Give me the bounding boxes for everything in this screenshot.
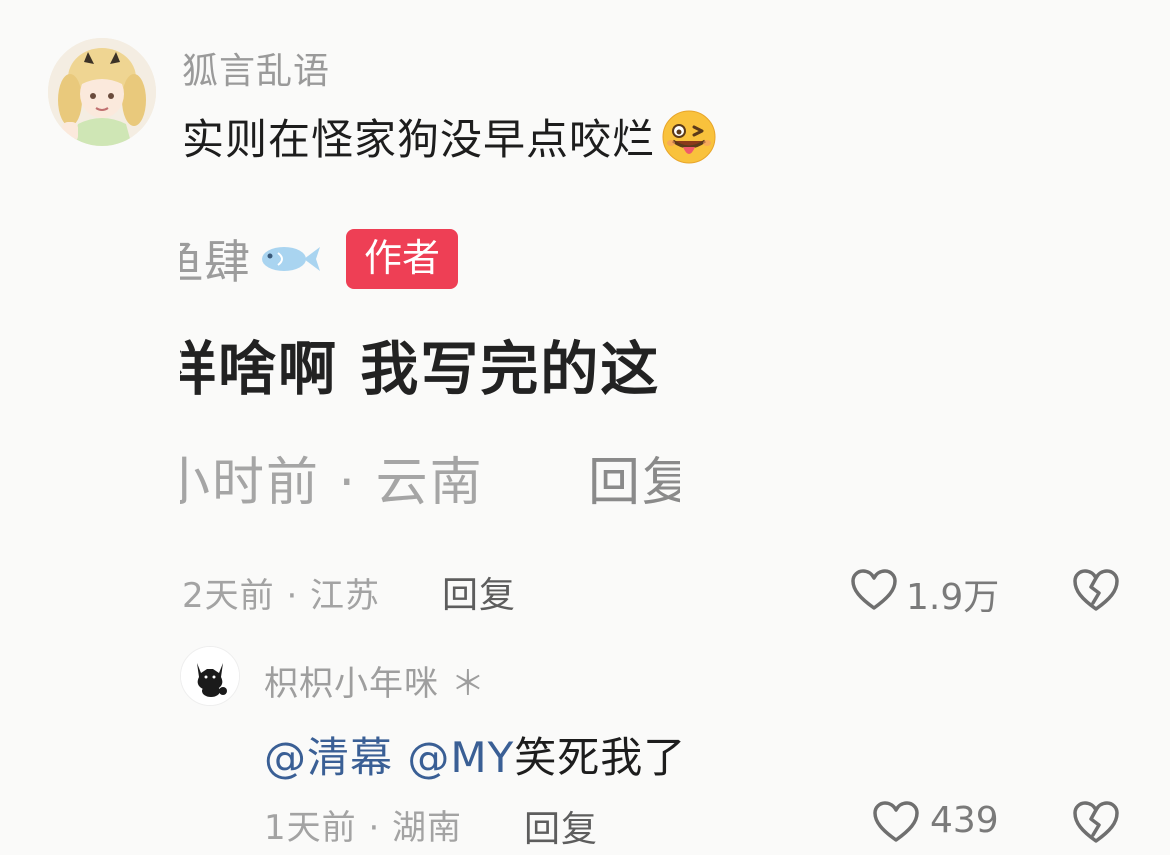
comment-username[interactable]: 狐言乱语 [182, 42, 330, 94]
comment-thread: 狐言乱语 实则在怪家狗没早点咬烂 鱼肆 作者 祥啥啊 我写完的这 小时前 · 云… [0, 0, 1170, 855]
embedded-meta: 小时前 · 云南 [180, 453, 484, 513]
reply-username-suffix: ＊ [450, 664, 486, 704]
like-count: 1.9万 [906, 577, 1000, 618]
reply-reply-button[interactable]: 回复 [524, 800, 598, 852]
heart-icon[interactable] [872, 800, 920, 844]
reply-user-avatar[interactable] [180, 646, 240, 706]
reply-meta: 1天前 · 湖南 [264, 808, 463, 848]
comment-meta: 2天前 · 江苏 [182, 576, 381, 616]
winking-tongue-emoji-icon [662, 110, 716, 163]
reply-button[interactable]: 回复 [442, 566, 516, 618]
user-avatar[interactable] [48, 38, 156, 146]
embedded-author-name: 鱼肆 [180, 235, 250, 289]
anime-girl-avatar-image [48, 38, 156, 146]
embedded-reply: 回复 [588, 453, 680, 513]
comment-text: 实则在怪家狗没早点咬烂 [182, 115, 656, 164]
reply-username-text: 枳枳小年咪 [264, 664, 439, 704]
reply-text: 笑死我了 [514, 733, 687, 782]
broken-heart-icon[interactable] [1072, 567, 1120, 613]
mention-link[interactable]: @清幕 [264, 733, 393, 782]
black-cat-avatar-image [181, 647, 239, 705]
mention-link[interactable]: @MY [407, 733, 514, 782]
reply-username[interactable]: 枳枳小年咪 ＊ [264, 656, 486, 705]
embedded-comment-text: 祥啥啊 我写完的这 [180, 335, 661, 403]
heart-icon[interactable] [850, 568, 898, 612]
comment-body: 实则在怪家狗没早点咬烂 [182, 106, 717, 167]
embedded-screenshot-image: 鱼肆 作者 祥啥啊 我写完的这 小时前 · 云南 回复 [180, 190, 680, 520]
reply-like-count: 439 [930, 800, 999, 841]
reply-body: @清幕 @MY笑死我了 [264, 724, 686, 785]
broken-heart-icon[interactable] [1072, 799, 1120, 845]
fish-icon [262, 247, 320, 271]
embedded-author-row: 鱼肆 作者 [180, 226, 459, 292]
author-badge: 作者 [346, 229, 459, 289]
